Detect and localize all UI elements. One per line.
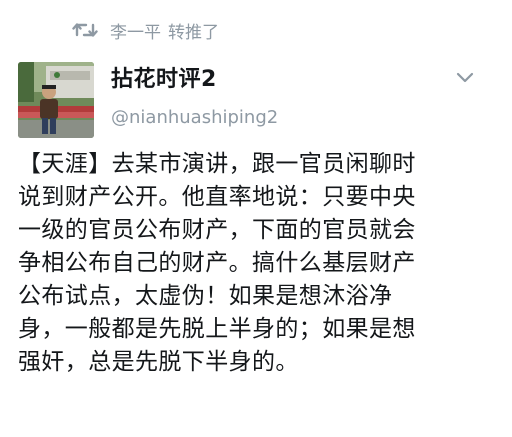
tweet-header: 拈花时评2 @nianhuashiping2	[18, 62, 492, 138]
retweeter-name[interactable]: 李一平	[110, 18, 161, 43]
tweet-text-line: 【天涯】去某市演讲，跟一官员闲聊时	[18, 151, 416, 177]
avatar[interactable]	[18, 62, 94, 138]
tweet-text-line: 争相公布自己的财产。搞什么基层财产	[18, 250, 416, 276]
chevron-down-icon[interactable]	[456, 72, 474, 84]
author-display-name[interactable]: 拈花时评2	[111, 66, 278, 94]
tweet-text-line: 身，一般都是先脱上半身的；如果是想	[18, 316, 416, 342]
retweet-icon	[72, 23, 98, 37]
author-handle[interactable]: @nianhuashiping2	[111, 104, 278, 132]
tweet-text: 【天涯】去某市演讲，跟一官员闲聊时 说到财产公开。他直率地说：只要中央 一级的官…	[18, 148, 494, 379]
tweet-text-line: 一级的官员公布财产，下面的官员就会	[18, 217, 416, 243]
retweet-action-label: 转推了	[168, 22, 219, 43]
tweet-text-line: 强奸，总是先脱下半身的。	[18, 349, 299, 375]
tweet-card[interactable]: 李一平 转推了 拈花时评2 @nianhuashiping2 【天涯】去某市演讲…	[0, 0, 512, 437]
tweet-text-line: 公布试点，太虚伪！如果是想沐浴净	[18, 283, 393, 309]
tweet-text-line: 说到财产公开。他直率地说：只要中央	[18, 184, 416, 210]
retweet-indicator[interactable]: 李一平 转推了	[72, 18, 219, 43]
avatar-photo	[18, 62, 94, 138]
author-names: 拈花时评2 @nianhuashiping2	[111, 66, 278, 132]
